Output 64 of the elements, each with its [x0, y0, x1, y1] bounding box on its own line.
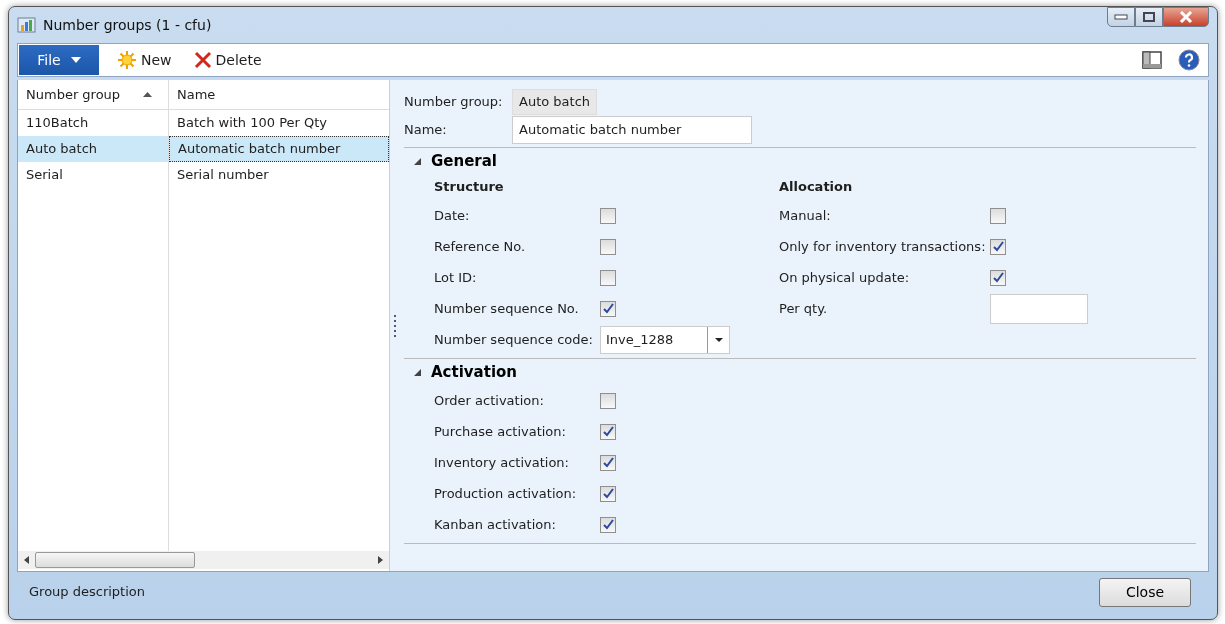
close-window-button[interactable]: [1163, 7, 1209, 27]
dropdown-icon: [714, 337, 723, 342]
scrollbar-thumb[interactable]: [35, 552, 195, 568]
field-label: Purchase activation:: [434, 422, 567, 441]
horizontal-scrollbar[interactable]: [18, 551, 389, 569]
combo-box[interactable]: Inve_1288: [600, 325, 730, 354]
close-icon: [1179, 11, 1193, 23]
section-header[interactable]: General: [404, 148, 503, 174]
checkbox[interactable]: [990, 238, 1006, 255]
delete-button[interactable]: Delete: [189, 49, 266, 71]
section-header[interactable]: Activation: [404, 359, 523, 385]
sun-icon: [117, 50, 137, 70]
field-label: Only for inventory transactions:: [779, 237, 987, 256]
name-field[interactable]: Automatic batch number: [512, 116, 752, 144]
maximize-button[interactable]: [1135, 7, 1163, 27]
field-label: Name:: [404, 121, 448, 140]
grid-row[interactable]: Serial Serial number: [18, 162, 389, 188]
scroll-left-icon[interactable]: [24, 556, 29, 564]
column-header[interactable]: Number group: [18, 80, 169, 109]
checkbox[interactable]: [600, 485, 616, 502]
group-title: Structure: [434, 178, 505, 197]
per-qty-field[interactable]: [990, 293, 1088, 324]
field-label: On physical update:: [779, 268, 911, 287]
splitter-grip-icon[interactable]: [393, 314, 397, 337]
field-label: Lot ID:: [434, 268, 478, 287]
field-label: Manual:: [779, 206, 832, 225]
field-label: Number group:: [404, 93, 504, 112]
file-menu-button[interactable]: File: [19, 45, 99, 75]
maximize-icon: [1143, 12, 1155, 22]
field-label: Reference No.: [434, 237, 527, 256]
delete-icon: [193, 51, 212, 69]
checkbox[interactable]: [600, 238, 616, 255]
checkbox[interactable]: [990, 207, 1006, 224]
grid-row[interactable]: Auto batch Automatic batch number: [18, 136, 389, 162]
checkbox[interactable]: [600, 516, 616, 533]
checkbox[interactable]: [600, 392, 616, 409]
field-label: Inventory activation:: [434, 453, 570, 472]
field-label: Production activation:: [434, 484, 578, 503]
status-text: Group description: [29, 583, 145, 602]
field-label: Number sequence code:: [434, 330, 594, 349]
group-title: Allocation: [779, 178, 854, 197]
minimize-button[interactable]: [1107, 7, 1135, 27]
minimize-icon: [1114, 14, 1128, 20]
column-header[interactable]: Name: [169, 80, 389, 109]
help-icon[interactable]: [1178, 49, 1200, 71]
app-icon: [17, 16, 37, 34]
layout-icon[interactable]: [1142, 51, 1162, 69]
field-label: Kanban activation:: [434, 515, 557, 534]
checkbox[interactable]: [600, 207, 616, 224]
field-label: Number sequence No.: [434, 299, 580, 318]
checkbox[interactable]: [600, 454, 616, 471]
checkbox[interactable]: [600, 423, 616, 440]
window-title: Number groups (1 - cfu): [43, 15, 212, 35]
checkbox[interactable]: [600, 269, 616, 286]
field-label: Per qty.: [779, 299, 829, 318]
checkbox[interactable]: [600, 300, 616, 317]
number-group-field: Auto batch: [512, 89, 598, 115]
close-button[interactable]: Close: [1099, 577, 1191, 607]
scroll-right-icon[interactable]: [378, 556, 383, 564]
new-button[interactable]: New: [113, 49, 176, 71]
field-label: Order activation:: [434, 391, 545, 410]
field-label: Date:: [434, 206, 471, 225]
checkbox[interactable]: [990, 269, 1006, 286]
caret-icon: [70, 57, 81, 63]
